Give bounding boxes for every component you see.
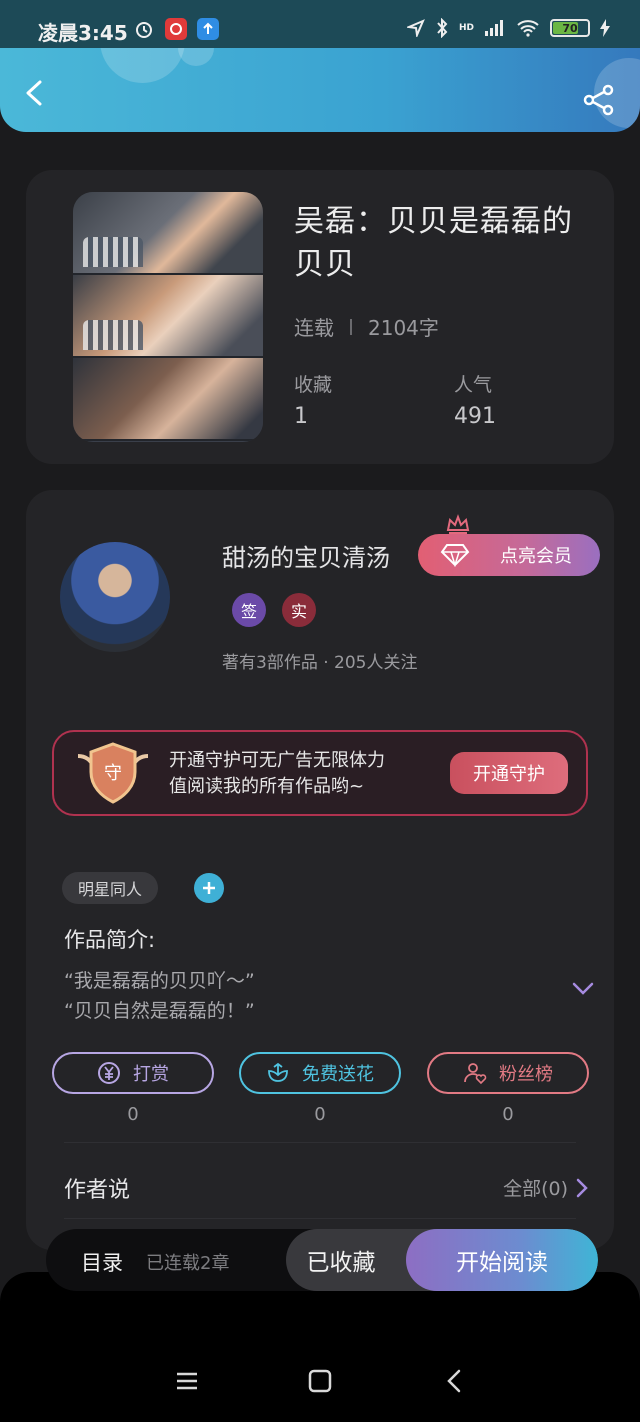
intro-line-2: “贝贝自然是磊磊的！”	[64, 1000, 255, 1022]
verified-badge: 实	[282, 593, 316, 627]
free-flower-count: 0	[314, 1104, 326, 1125]
popularity-value: 491	[454, 404, 496, 429]
book-status: 连载	[294, 316, 334, 340]
wifi-icon	[517, 20, 539, 37]
user-heart-icon	[464, 1063, 487, 1085]
battery-level: 70	[562, 21, 578, 35]
open-guard-button[interactable]: 开通守护	[450, 752, 568, 794]
favorited-label: 已收藏	[306, 1250, 376, 1276]
author-avatar[interactable]	[60, 542, 170, 652]
flower-icon	[268, 1062, 288, 1082]
vip-member-button[interactable]: 点亮会员	[418, 534, 600, 576]
yen-coin-icon	[98, 1062, 120, 1084]
book-title: 吴磊：贝贝是磊磊的贝贝	[294, 204, 573, 282]
vip-button-label: 点亮会员	[500, 546, 572, 567]
back-button[interactable]	[20, 78, 50, 108]
signed-badge: 签	[232, 593, 266, 627]
battery-indicator: 70	[550, 19, 590, 37]
divider	[64, 1218, 576, 1219]
system-navigation-bar	[0, 1272, 640, 1422]
guard-promo-banner: 守 开通守护可无广告无限体力 值阅读我的所有作品哟~ 开通守护	[52, 730, 588, 816]
fan-ranking-count: 0	[502, 1104, 514, 1125]
top-header	[0, 48, 640, 132]
tip-button[interactable]: 打赏	[52, 1052, 214, 1094]
plus-icon	[203, 882, 215, 894]
home-icon[interactable]	[305, 1366, 335, 1396]
fan-ranking-button[interactable]: 粉丝榜	[427, 1052, 589, 1094]
status-bar: 凌晨3:45 HD 70	[0, 0, 640, 50]
book-meta: 连载 2104字	[294, 312, 439, 341]
guard-shield-char: 守	[104, 763, 122, 784]
back-nav-icon[interactable]	[440, 1366, 470, 1396]
author-details-card: 甜汤的宝贝清汤 点亮会员 签 实 著有3部作品 · 205人关注 守 开通守护可…	[26, 490, 614, 1250]
intro-line-1: “我是磊磊的贝贝吖～”	[64, 970, 255, 992]
guard-line-2: 值阅读我的所有作品哟~	[169, 776, 365, 797]
expand-chevron-icon[interactable]	[572, 982, 594, 996]
status-system-icons: HD 70	[406, 18, 610, 38]
free-flower-button[interactable]: 免费送花	[239, 1052, 401, 1094]
book-info-card: 吴磊：贝贝是磊磊的贝贝 连载 2104字 收藏 1 人气 491	[26, 170, 614, 464]
favorites-label: 收藏	[294, 374, 333, 396]
table-of-contents-button[interactable]: 目录	[81, 1247, 123, 1277]
genre-tag[interactable]: 明星同人	[62, 872, 159, 904]
author-name[interactable]: 甜汤的宝贝清汤	[222, 538, 390, 573]
intro-title: 作品简介:	[64, 928, 156, 952]
guard-description: 开通守护可无广告无限体力 值阅读我的所有作品哟~	[169, 748, 385, 800]
netease-music-icon	[165, 18, 187, 40]
alarm-icon	[133, 18, 155, 40]
location-icon	[406, 19, 425, 37]
add-tag-button[interactable]	[194, 873, 224, 903]
chevron-right-icon	[576, 1178, 588, 1197]
status-notification-icons	[133, 18, 219, 40]
author-says-all-link[interactable]: 全部(0)	[503, 1174, 588, 1201]
tip-label: 打赏	[133, 1064, 169, 1085]
share-button[interactable]	[582, 83, 616, 117]
tip-count: 0	[127, 1104, 139, 1125]
author-works-info: 著有3部作品 · 205人关注	[222, 653, 418, 673]
bluetooth-icon	[437, 18, 448, 38]
chapters-count: 已连载2章	[146, 1253, 230, 1274]
signal-icon	[485, 20, 503, 36]
divider	[64, 1142, 576, 1143]
free-flower-label: 免费送花	[302, 1064, 374, 1085]
book-word-count: 2104字	[368, 316, 439, 340]
crown-icon	[446, 514, 470, 534]
fan-ranking-label: 粉丝榜	[499, 1064, 553, 1085]
upload-icon	[197, 18, 219, 40]
favorites-value: 1	[294, 404, 308, 429]
diamond-icon	[440, 544, 470, 567]
author-says-title: 作者说	[64, 1178, 131, 1203]
menu-icon[interactable]	[172, 1366, 202, 1396]
network-label: HD	[458, 23, 474, 33]
guard-line-1: 开通守护可无广告无限体力	[169, 750, 385, 771]
charging-icon	[600, 19, 610, 37]
bottom-action-bar: 目录 已连载2章 已收藏 开始阅读	[46, 1229, 598, 1291]
author-says-all-label: 全部(0)	[503, 1178, 568, 1200]
start-reading-button[interactable]: 开始阅读	[406, 1229, 598, 1291]
status-time: 凌晨3:45	[38, 21, 128, 45]
popularity-label: 人气	[454, 374, 493, 396]
guard-shield-icon: 守	[77, 742, 149, 804]
book-cover[interactable]	[73, 192, 263, 442]
